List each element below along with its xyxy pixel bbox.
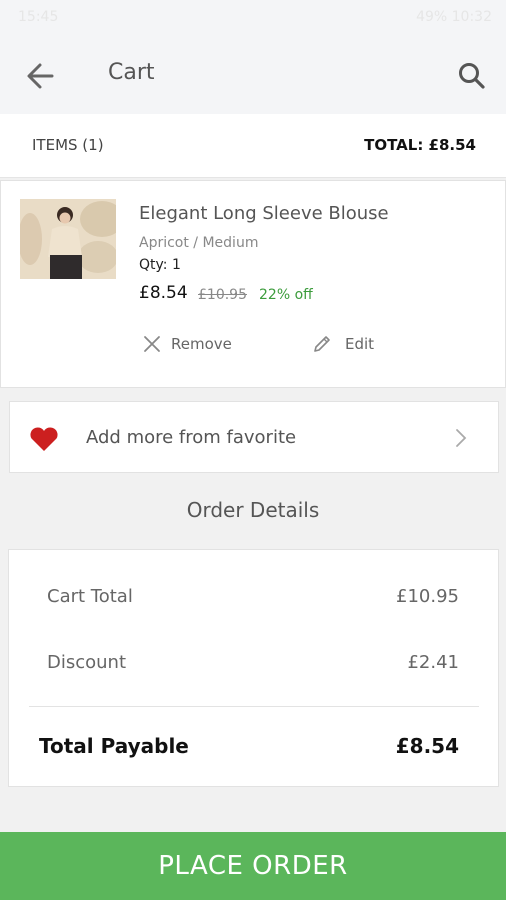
place-order-button[interactable]: PLACE ORDER <box>0 832 506 900</box>
edit-label: Edit <box>345 335 375 353</box>
close-icon <box>144 336 160 352</box>
status-indicators: 49% 10:32 <box>416 9 492 25</box>
product-price: £8.54 <box>139 283 188 303</box>
divider <box>29 706 479 707</box>
order-details-box: Cart Total £10.95 Discount £2.41 Total P… <box>8 549 499 787</box>
discount-label: Discount <box>47 652 127 673</box>
pencil-icon <box>314 336 330 352</box>
status-time: 15:45 <box>18 9 59 25</box>
edit-button[interactable]: Edit <box>311 331 374 357</box>
page-title: Cart <box>108 60 155 85</box>
items-count: ITEMS (1) <box>32 136 104 154</box>
product-name[interactable]: Elegant Long Sleeve Blouse <box>139 203 389 224</box>
product-image[interactable] <box>20 199 116 279</box>
total-payable-value: £8.54 <box>395 734 459 758</box>
cart-summary: ITEMS (1) TOTAL: £8.54 <box>0 114 506 178</box>
cart-total-value: £10.95 <box>396 586 459 607</box>
status-bar: 15:45 49% 10:32 <box>0 0 506 36</box>
total-payable-row: Total Payable £8.54 <box>39 734 459 758</box>
remove-button[interactable]: Remove <box>143 331 232 357</box>
add-from-favorite-row[interactable]: Add more from favorite <box>9 401 499 473</box>
product-discount: 22% off <box>259 287 313 303</box>
app-bar: Cart <box>0 36 506 114</box>
search-button[interactable] <box>456 60 488 92</box>
back-button[interactable] <box>22 58 58 94</box>
remove-label: Remove <box>171 335 232 353</box>
arrow-left-icon <box>27 63 54 89</box>
total-payable-label: Total Payable <box>39 734 189 758</box>
heart-icon <box>30 427 58 451</box>
order-details-title: Order Details <box>186 498 320 522</box>
product-old-price: £10.95 <box>198 287 247 303</box>
product-variant: Apricot / Medium <box>139 235 259 251</box>
discount-row: Discount £2.41 <box>47 652 459 673</box>
chevron-right-icon <box>456 429 467 447</box>
favorite-label: Add more from favorite <box>86 427 297 448</box>
cart-total-row: Cart Total £10.95 <box>47 586 459 607</box>
cart-total: TOTAL: £8.54 <box>364 136 476 154</box>
product-qty: Qty: 1 <box>139 257 181 273</box>
cart-item-card: Elegant Long Sleeve Blouse Apricot / Med… <box>0 180 506 388</box>
cart-total-label: Cart Total <box>47 586 133 607</box>
search-icon <box>459 63 485 89</box>
discount-value: £2.41 <box>407 652 459 673</box>
